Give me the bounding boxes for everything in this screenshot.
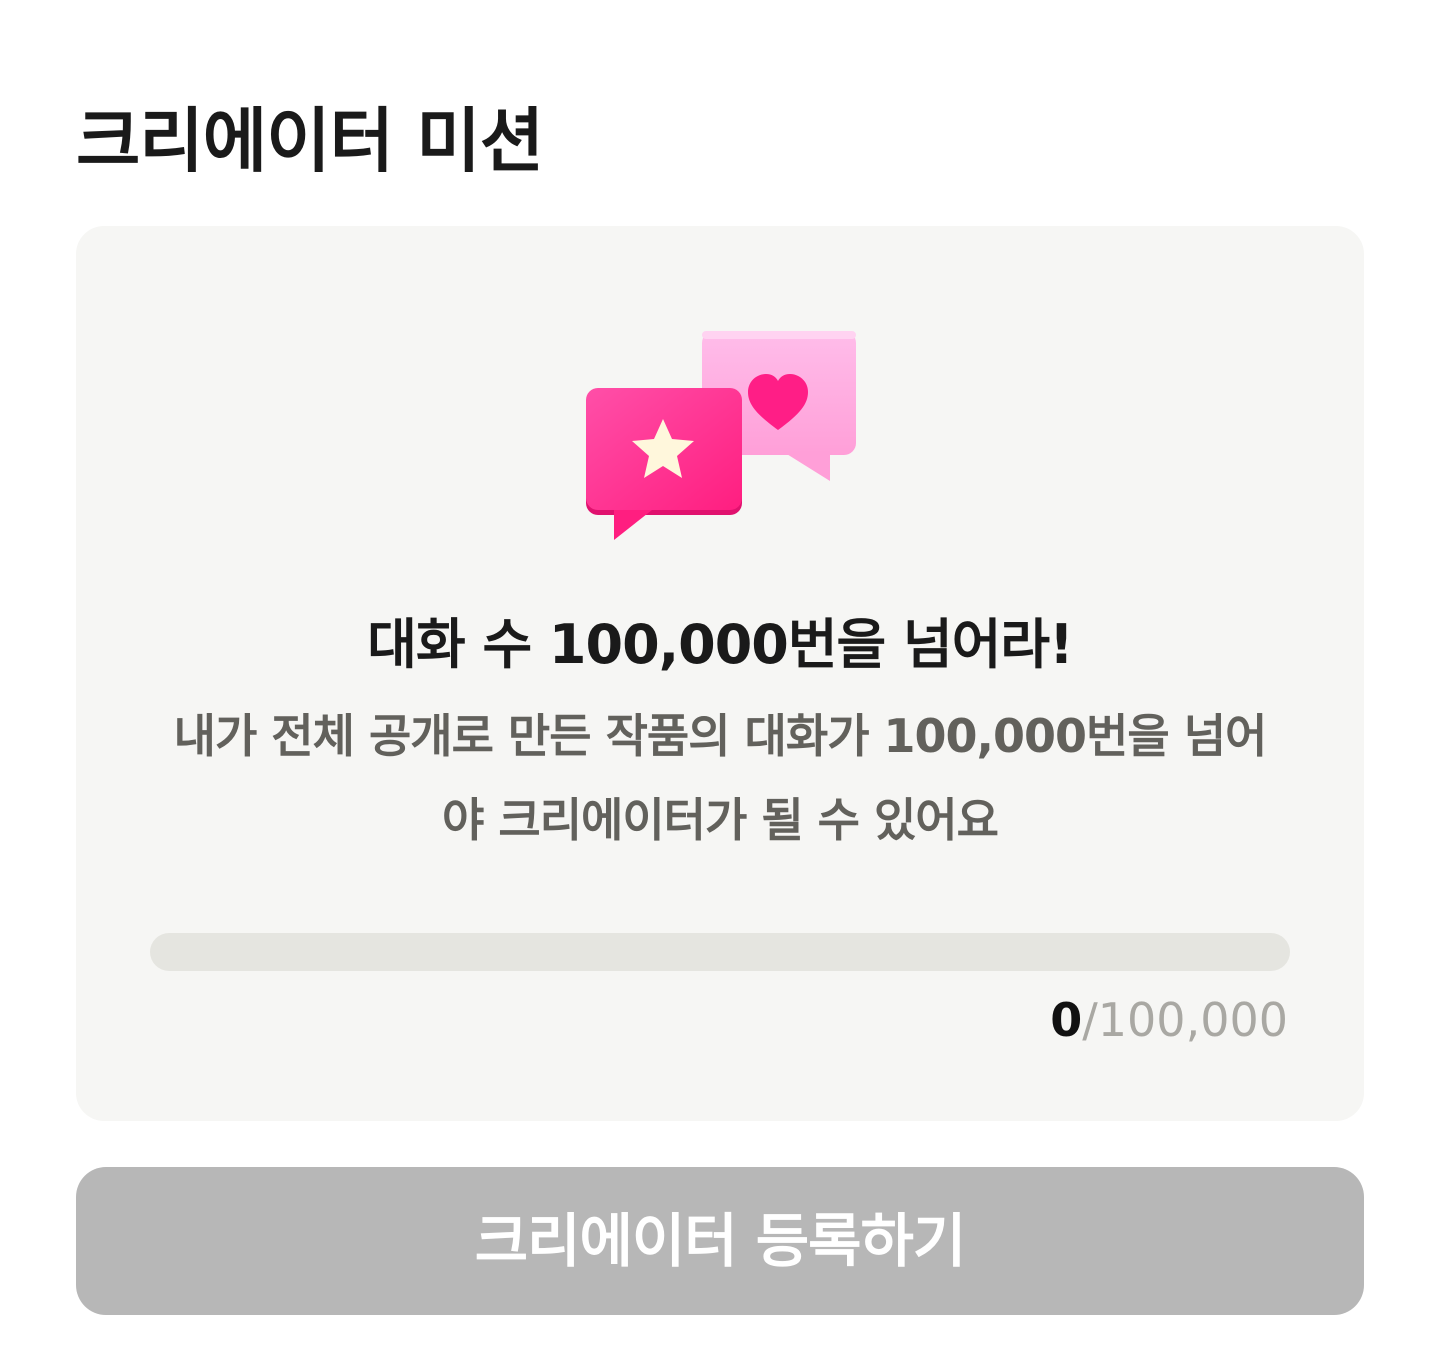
register-creator-button[interactable]: 크리에이터 등록하기 [76, 1167, 1364, 1315]
progress-goal: 100,000 [1097, 993, 1288, 1047]
mission-heading: 대화 수 100,000번을 넘어라! [367, 613, 1073, 676]
mission-description: 내가 전체 공개로 만든 작품의 대화가 100,000번을 넘어야 크리에이터… [173, 709, 1268, 847]
chat-bubbles-star-heart-icon [586, 331, 856, 540]
progress-count: 0/100,000 [1050, 990, 1288, 1050]
star-bubble-icon [586, 388, 742, 540]
progress-separator: / [1082, 993, 1098, 1047]
progress-bar [150, 933, 1290, 971]
page-title: 크리에이터 미션 [76, 100, 544, 182]
progress-current: 0 [1050, 993, 1083, 1047]
